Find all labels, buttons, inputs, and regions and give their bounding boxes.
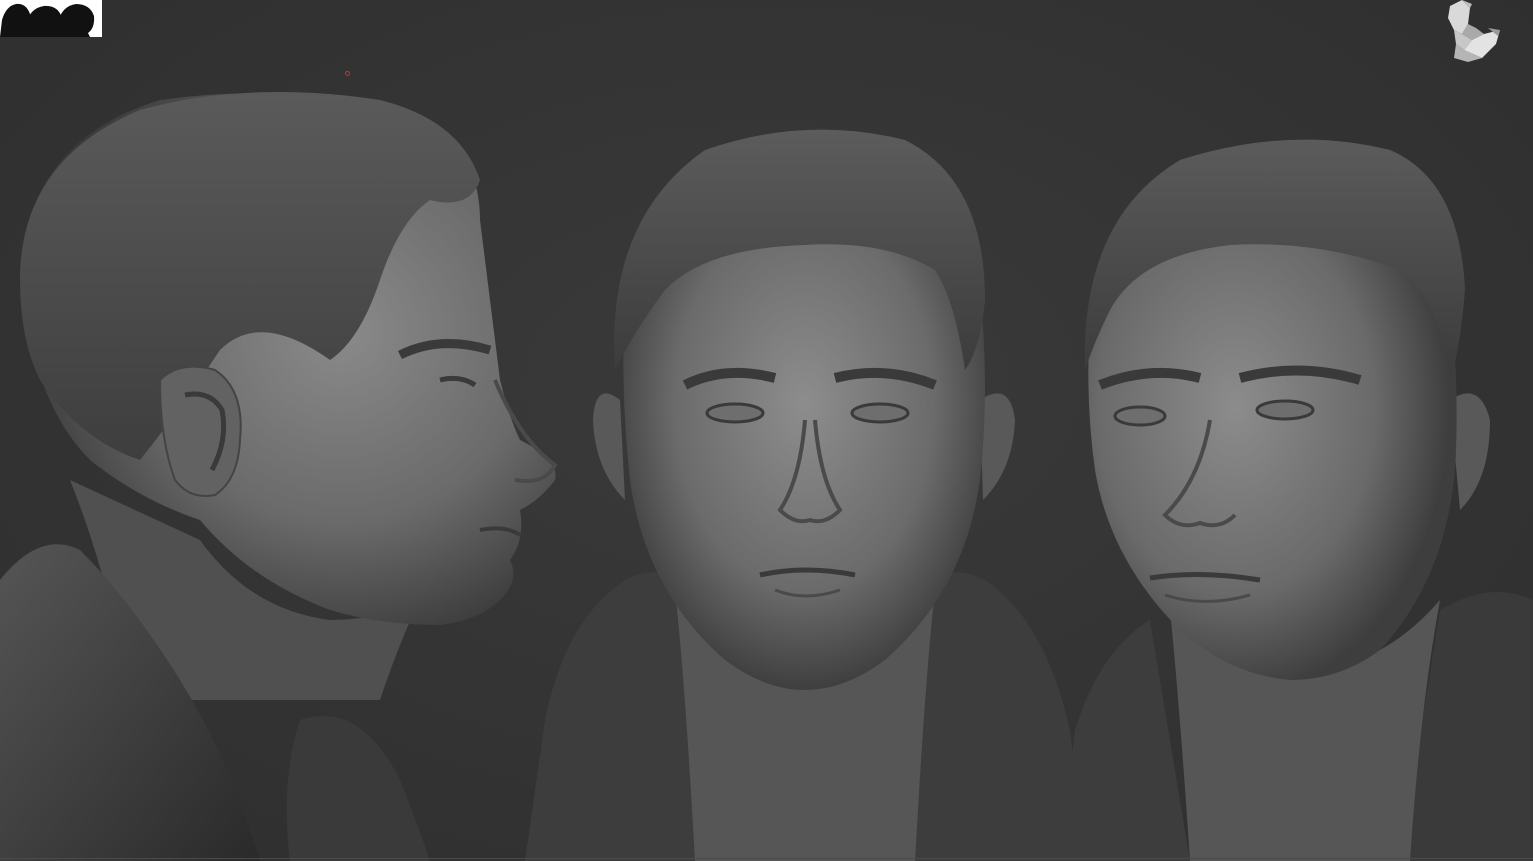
sculpt-viewport[interactable] [0,0,1533,861]
viewport-bottom-edge [0,858,1533,859]
head-silhouettes-icon [0,3,95,37]
side-profile-view[interactable] [0,80,570,861]
orientation-gizmo[interactable] [1432,0,1504,64]
navigator-thumbnail[interactable] [0,0,102,37]
head-orientation-icon [1448,0,1500,62]
brush-cursor-marker [345,71,350,76]
front-view[interactable] [525,120,1085,861]
three-quarter-view[interactable] [1060,130,1533,861]
